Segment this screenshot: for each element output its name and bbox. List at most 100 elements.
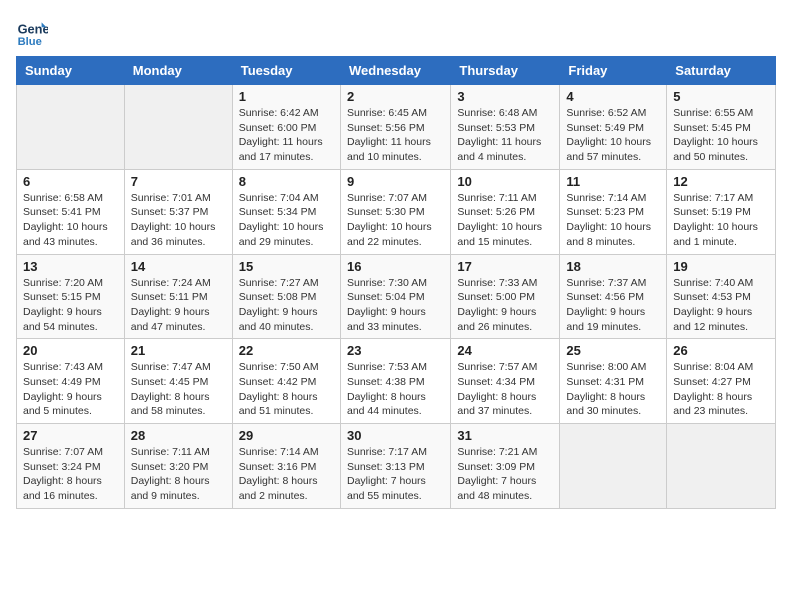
day-info: Sunrise: 7:47 AMSunset: 4:45 PMDaylight:… xyxy=(131,360,226,419)
day-info: Sunrise: 7:20 AMSunset: 5:15 PMDaylight:… xyxy=(23,276,118,335)
day-number: 17 xyxy=(457,259,553,274)
day-info: Sunrise: 6:55 AMSunset: 5:45 PMDaylight:… xyxy=(673,106,769,165)
day-number: 13 xyxy=(23,259,118,274)
calendar-cell: 29Sunrise: 7:14 AMSunset: 3:16 PMDayligh… xyxy=(232,424,340,509)
logo: General Blue xyxy=(16,16,48,48)
calendar-cell: 7Sunrise: 7:01 AMSunset: 5:37 PMDaylight… xyxy=(124,169,232,254)
day-number: 6 xyxy=(23,174,118,189)
logo-icon: General Blue xyxy=(16,16,48,48)
day-info: Sunrise: 6:48 AMSunset: 5:53 PMDaylight:… xyxy=(457,106,553,165)
day-info: Sunrise: 7:50 AMSunset: 4:42 PMDaylight:… xyxy=(239,360,334,419)
calendar-cell: 10 Sunrise: 7:11 AMSunset: 5:26 PMDayligh… xyxy=(451,169,560,254)
weekday-header-friday: Friday xyxy=(560,57,667,85)
day-number: 12 xyxy=(673,174,769,189)
calendar-cell xyxy=(667,424,776,509)
day-info: Sunrise: 7:57 AMSunset: 4:34 PMDaylight:… xyxy=(457,360,553,419)
svg-text:General: General xyxy=(18,22,48,37)
calendar-cell: 25 Sunrise: 8:00 AMSunset: 4:31 PMDayligh… xyxy=(560,339,667,424)
day-number: 15 xyxy=(239,259,334,274)
day-info: Sunrise: 7:30 AMSunset: 5:04 PMDaylight:… xyxy=(347,276,444,335)
calendar-cell: 19Sunrise: 7:40 AMSunset: 4:53 PMDayligh… xyxy=(667,254,776,339)
day-info: Sunrise: 7:53 AMSunset: 4:38 PMDaylight:… xyxy=(347,360,444,419)
calendar-cell: 9Sunrise: 7:07 AMSunset: 5:30 PMDaylight… xyxy=(340,169,450,254)
calendar-cell: 21 Sunrise: 7:47 AMSunset: 4:45 PMDayligh… xyxy=(124,339,232,424)
calendar-cell: 31Sunrise: 7:21 AMSunset: 3:09 PMDayligh… xyxy=(451,424,560,509)
day-info: Sunrise: 6:45 AMSunset: 5:56 PMDaylight:… xyxy=(347,106,444,165)
day-number: 3 xyxy=(457,89,553,104)
day-number: 5 xyxy=(673,89,769,104)
day-info: Sunrise: 7:11 AMSunset: 3:20 PMDaylight:… xyxy=(131,445,226,504)
day-number: 22 xyxy=(239,343,334,358)
calendar-cell: 16 Sunrise: 7:30 AMSunset: 5:04 PMDayligh… xyxy=(340,254,450,339)
calendar-cell: 28 Sunrise: 7:11 AMSunset: 3:20 PMDayligh… xyxy=(124,424,232,509)
page-header: General Blue xyxy=(16,16,776,48)
day-info: Sunrise: 7:17 AMSunset: 5:19 PMDaylight:… xyxy=(673,191,769,250)
day-info: Sunrise: 8:04 AMSunset: 4:27 PMDaylight:… xyxy=(673,360,769,419)
calendar-cell xyxy=(124,85,232,170)
day-info: Sunrise: 7:14 AMSunset: 5:23 PMDaylight:… xyxy=(566,191,660,250)
calendar-cell: 14Sunrise: 7:24 AMSunset: 5:11 PMDayligh… xyxy=(124,254,232,339)
day-number: 1 xyxy=(239,89,334,104)
day-info: Sunrise: 7:17 AMSunset: 3:13 PMDaylight:… xyxy=(347,445,444,504)
day-number: 20 xyxy=(23,343,118,358)
calendar-cell: 22 Sunrise: 7:50 AMSunset: 4:42 PMDayligh… xyxy=(232,339,340,424)
day-info: Sunrise: 7:37 AMSunset: 4:56 PMDaylight:… xyxy=(566,276,660,335)
weekday-header-saturday: Saturday xyxy=(667,57,776,85)
day-number: 10 xyxy=(457,174,553,189)
weekday-header-tuesday: Tuesday xyxy=(232,57,340,85)
day-info: Sunrise: 7:11 AMSunset: 5:26 PMDaylight:… xyxy=(457,191,553,250)
day-info: Sunrise: 8:00 AMSunset: 4:31 PMDaylight:… xyxy=(566,360,660,419)
calendar-cell: 4 Sunrise: 6:52 AMSunset: 5:49 PMDaylight… xyxy=(560,85,667,170)
day-number: 4 xyxy=(566,89,660,104)
weekday-header-monday: Monday xyxy=(124,57,232,85)
day-info: Sunrise: 7:24 AMSunset: 5:11 PMDaylight:… xyxy=(131,276,226,335)
day-info: Sunrise: 7:33 AMSunset: 5:00 PMDaylight:… xyxy=(457,276,553,335)
day-info: Sunrise: 6:42 AMSunset: 6:00 PMDaylight:… xyxy=(239,106,334,165)
weekday-header-sunday: Sunday xyxy=(17,57,125,85)
calendar-cell: 13 Sunrise: 7:20 AMSunset: 5:15 PMDayligh… xyxy=(17,254,125,339)
calendar-cell: 30 Sunrise: 7:17 AMSunset: 3:13 PMDayligh… xyxy=(340,424,450,509)
day-info: Sunrise: 7:07 AMSunset: 3:24 PMDaylight:… xyxy=(23,445,118,504)
day-number: 21 xyxy=(131,343,226,358)
day-number: 27 xyxy=(23,428,118,443)
calendar-cell: 3 Sunrise: 6:48 AMSunset: 5:53 PMDaylight… xyxy=(451,85,560,170)
calendar-cell: 11 Sunrise: 7:14 AMSunset: 5:23 PMDayligh… xyxy=(560,169,667,254)
calendar-cell: 2 Sunrise: 6:45 AMSunset: 5:56 PMDaylight… xyxy=(340,85,450,170)
day-number: 8 xyxy=(239,174,334,189)
day-info: Sunrise: 7:14 AMSunset: 3:16 PMDaylight:… xyxy=(239,445,334,504)
day-number: 28 xyxy=(131,428,226,443)
day-info: Sunrise: 6:52 AMSunset: 5:49 PMDaylight:… xyxy=(566,106,660,165)
day-number: 30 xyxy=(347,428,444,443)
day-number: 24 xyxy=(457,343,553,358)
day-number: 18 xyxy=(566,259,660,274)
calendar-cell: 5 Sunrise: 6:55 AMSunset: 5:45 PMDaylight… xyxy=(667,85,776,170)
calendar-cell: 1 Sunrise: 6:42 AMSunset: 6:00 PMDaylight… xyxy=(232,85,340,170)
calendar-cell: 27 Sunrise: 7:07 AMSunset: 3:24 PMDayligh… xyxy=(17,424,125,509)
day-number: 9 xyxy=(347,174,444,189)
calendar-cell: 6Sunrise: 6:58 AMSunset: 5:41 PMDaylight… xyxy=(17,169,125,254)
calendar-cell: 8 Sunrise: 7:04 AMSunset: 5:34 PMDaylight… xyxy=(232,169,340,254)
day-number: 23 xyxy=(347,343,444,358)
calendar-cell: 23 Sunrise: 7:53 AMSunset: 4:38 PMDayligh… xyxy=(340,339,450,424)
day-info: Sunrise: 7:04 AMSunset: 5:34 PMDaylight:… xyxy=(239,191,334,250)
day-number: 2 xyxy=(347,89,444,104)
day-number: 11 xyxy=(566,174,660,189)
calendar-cell: 12 Sunrise: 7:17 AMSunset: 5:19 PMDayligh… xyxy=(667,169,776,254)
day-number: 25 xyxy=(566,343,660,358)
day-number: 7 xyxy=(131,174,226,189)
calendar-cell xyxy=(17,85,125,170)
day-number: 16 xyxy=(347,259,444,274)
calendar-cell xyxy=(560,424,667,509)
weekday-header-wednesday: Wednesday xyxy=(340,57,450,85)
day-number: 19 xyxy=(673,259,769,274)
day-info: Sunrise: 7:21 AMSunset: 3:09 PMDaylight:… xyxy=(457,445,553,504)
svg-text:Blue: Blue xyxy=(18,36,42,48)
weekday-header-thursday: Thursday xyxy=(451,57,560,85)
day-info: Sunrise: 7:27 AMSunset: 5:08 PMDaylight:… xyxy=(239,276,334,335)
calendar-table: SundayMondayTuesdayWednesdayThursdayFrid… xyxy=(16,56,776,509)
day-info: Sunrise: 7:43 AMSunset: 4:49 PMDaylight:… xyxy=(23,360,118,419)
calendar-cell: 15 Sunrise: 7:27 AMSunset: 5:08 PMDayligh… xyxy=(232,254,340,339)
day-number: 26 xyxy=(673,343,769,358)
calendar-cell: 24 Sunrise: 7:57 AMSunset: 4:34 PMDayligh… xyxy=(451,339,560,424)
calendar-cell: 26 Sunrise: 8:04 AMSunset: 4:27 PMDayligh… xyxy=(667,339,776,424)
